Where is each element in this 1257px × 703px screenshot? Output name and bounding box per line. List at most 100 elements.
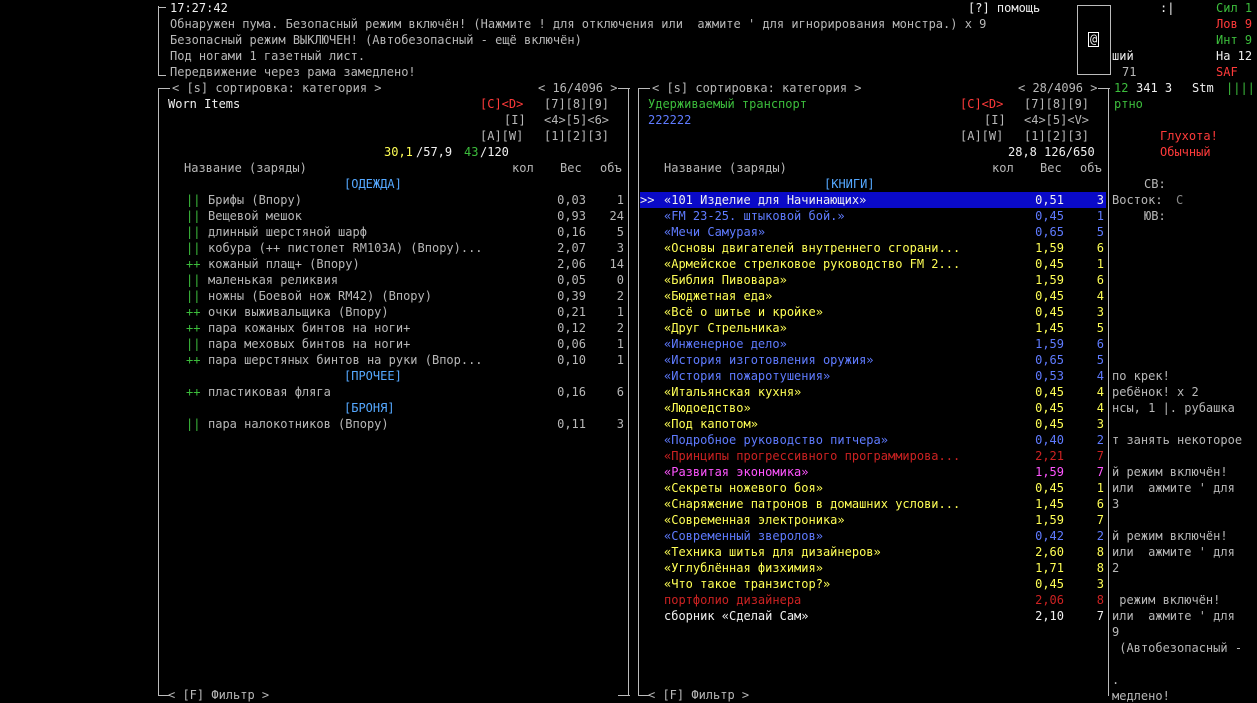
nav-keys[interactable]: <4>[5]<V> [1024,112,1089,128]
item-name: маленькая реликвия [208,273,339,287]
filter-button[interactable]: < [F] Фильтр > [168,687,269,703]
item-volume: 6 [1096,337,1104,351]
category-header: [КНИГИ] [824,177,875,191]
item-count: < 28/4096 > [1018,81,1098,95]
item-name: «Библия Пивовара» [664,273,787,287]
list-item[interactable]: «Инженерное дело» 1,59 6 [640,336,1106,352]
list-item[interactable]: «Снаряжение патронов в домашних услови..… [640,496,1106,512]
column-qty: кол [992,161,1014,175]
list-item[interactable]: «Мечи Самурая» 0,65 5 [640,224,1106,240]
list-item[interactable]: || пара налокотников (Впору) 0,11 3 [158,416,628,432]
list-item[interactable]: портфолио дизайнера 2,06 8 [640,592,1106,608]
item-name: кожаный плащ+ (Впору) [208,257,360,271]
item-name: длинный шерстяной шарф [208,225,367,239]
item-mark: ++ [186,321,201,335]
nav-keys[interactable]: [1][2][3] [1024,128,1089,144]
item-volume: 2 [1096,433,1104,447]
list-item[interactable]: «Современная электроника» 1,59 7 [640,512,1106,528]
list-item[interactable]: «История изготовления оружия» 0,65 5 [640,352,1106,368]
stamina-bar: |||| [1226,81,1255,95]
item-name: «Мечи Самурая» [664,225,766,239]
list-item[interactable]: «Техника шитья для дизайнеров» 2,60 8 [640,544,1106,560]
status-text: 71 [1122,65,1137,79]
compass-dir: СВ: [1144,177,1166,191]
list-item[interactable]: || Вещевой мешок 0,93 24 [158,208,628,224]
list-item[interactable]: || ножны (Боевой нож RM42) (Впору) 0,39 2 [158,288,628,304]
log-line: т занять некоторое [1112,433,1243,447]
list-item[interactable]: «Современный зверолов» 0,42 2 [640,528,1106,544]
list-item[interactable]: || кобура (++ пистолет RM103A) (Впору)...… [158,240,628,256]
nav-keys[interactable]: [I] [504,112,526,128]
item-name: пара кожаных бинтов на ноги+ [208,321,411,335]
log-line: или ажмите ' для [1112,481,1235,495]
nav-keys[interactable]: [C]<D> [960,96,1003,112]
item-weight: 1,59 [1035,241,1064,255]
nav-keys[interactable]: [A][W] [960,128,1003,144]
sort-header[interactable]: < [s] сортировка: категория > [652,80,862,96]
nav-keys[interactable]: [I] [984,112,1006,128]
nav-keys[interactable]: [7][8][9] [1024,96,1089,112]
list-item[interactable]: «Армейское стрелковое руководство FM 2..… [640,256,1106,272]
item-volume: 1 [616,305,624,319]
list-item[interactable]: «Бюджетная еда» 0,45 4 [640,288,1106,304]
item-volume: 1 [1096,481,1104,495]
nav-keys[interactable]: [A][W] [480,128,523,144]
log-line: й режим включён! [1112,465,1228,479]
list-item[interactable]: сборник «Сделай Сам» 2,10 7 [640,608,1106,624]
list-item[interactable]: «Библия Пивовара» 1,59 6 [640,272,1106,288]
filter-button[interactable]: < [F] Фильтр > [648,687,749,703]
item-weight: 0,05 [557,273,586,287]
list-item[interactable]: «Итальянская кухня» 0,45 4 [640,384,1106,400]
list-item[interactable]: || пара меховых бинтов на ноги+ 0,06 1 [158,336,628,352]
panel-subtitle: 222222 [648,113,692,127]
nav-keys[interactable]: [C]<D> [480,96,523,112]
item-weight: 0,45 [1035,305,1064,319]
list-item[interactable]: || маленькая реликвия 0,05 0 [158,272,628,288]
item-volume: 8 [1096,561,1104,575]
item-volume: 4 [1096,369,1104,383]
list-item[interactable]: «Друг Стрельника» 1,45 5 [640,320,1106,336]
list-item[interactable]: «Углублённая физхимия» 1,71 8 [640,560,1106,576]
item-name: Брифы (Впору) [208,193,302,207]
list-item[interactable]: «Людоедство» 0,45 4 [640,400,1106,416]
column-weight: Вес [1040,161,1062,175]
nav-keys[interactable]: [7][8][9] [544,96,609,112]
list-item[interactable]: «История пожаротушения» 0,53 4 [640,368,1106,384]
list-item[interactable]: ++ пара кожаных бинтов на ноги+ 0,12 2 [158,320,628,336]
list-item[interactable]: «Всё о шитье и кройке» 0,45 3 [640,304,1106,320]
worn-items-panel: < [s] сортировка: категория > < 16/4096 … [158,80,630,703]
item-mark: || [186,337,201,351]
weight-capacity: /57,9 [416,145,453,159]
list-item[interactable]: ++ пластиковая фляга 0,16 6 [158,384,628,400]
sort-header[interactable]: < [s] сортировка: категория > [172,80,382,96]
log-line: или ажмите ' для [1112,609,1235,623]
item-name: «Что такое транзистор?» [664,577,831,591]
list-item[interactable]: ++ кожаный плащ+ (Впору) 2,06 14 [158,256,628,272]
list-item[interactable]: ++ пара шерстяных бинтов на руки (Впор...… [158,352,628,368]
list-item[interactable]: «Под капотом» 0,45 3 [640,416,1106,432]
list-item[interactable]: || Брифы (Впору) 0,03 1 [158,192,628,208]
column-volume: объ [1080,161,1102,175]
message-line: Обнаружен пума. Безопасный режим включён… [170,17,987,31]
list-item[interactable]: ++ очки выживальщика (Впору) 0,21 1 [158,304,628,320]
list-item[interactable]: «FM 23-25. штыковой бой.» 0,45 1 [640,208,1106,224]
list-item[interactable]: || длинный шерстяной шарф 0,16 5 [158,224,628,240]
list-item[interactable]: «Развитая экономика» 1,59 7 [640,464,1106,480]
list-item[interactable]: «Основы двигателей внутреннего сгорани..… [640,240,1106,256]
nav-keys[interactable]: <4>[5]<6> [544,112,609,128]
status-sidebar: :| Сил 1 Лов 9 Инт 9 На 12 SAF ший 71 12 341… [1112,0,1257,703]
list-item[interactable]: «Секреты ножевого боя» 0,45 1 [640,480,1106,496]
list-item[interactable]: «Подробное руководство питчера» 0,40 2 [640,432,1106,448]
nav-keys[interactable]: [1][2][3] [544,128,609,144]
list-item[interactable]: «Что такое транзистор?» 0,45 3 [640,576,1106,592]
item-weight: 0,42 [1035,529,1064,543]
help-button[interactable]: [?] помощь [968,0,1040,16]
list-item[interactable]: «Принципы прогрессивного программирова..… [640,448,1106,464]
item-weight: 0,03 [557,193,586,207]
item-volume: 14 [609,257,624,271]
item-mark: || [186,273,201,287]
item-count: < 16/4096 > [538,81,618,95]
item-volume: 6 [1096,241,1104,255]
list-item[interactable]: >> «101 Изделие для Начинающих» 0,51 3 [640,192,1106,208]
item-weight: 1,45 [1035,497,1064,511]
